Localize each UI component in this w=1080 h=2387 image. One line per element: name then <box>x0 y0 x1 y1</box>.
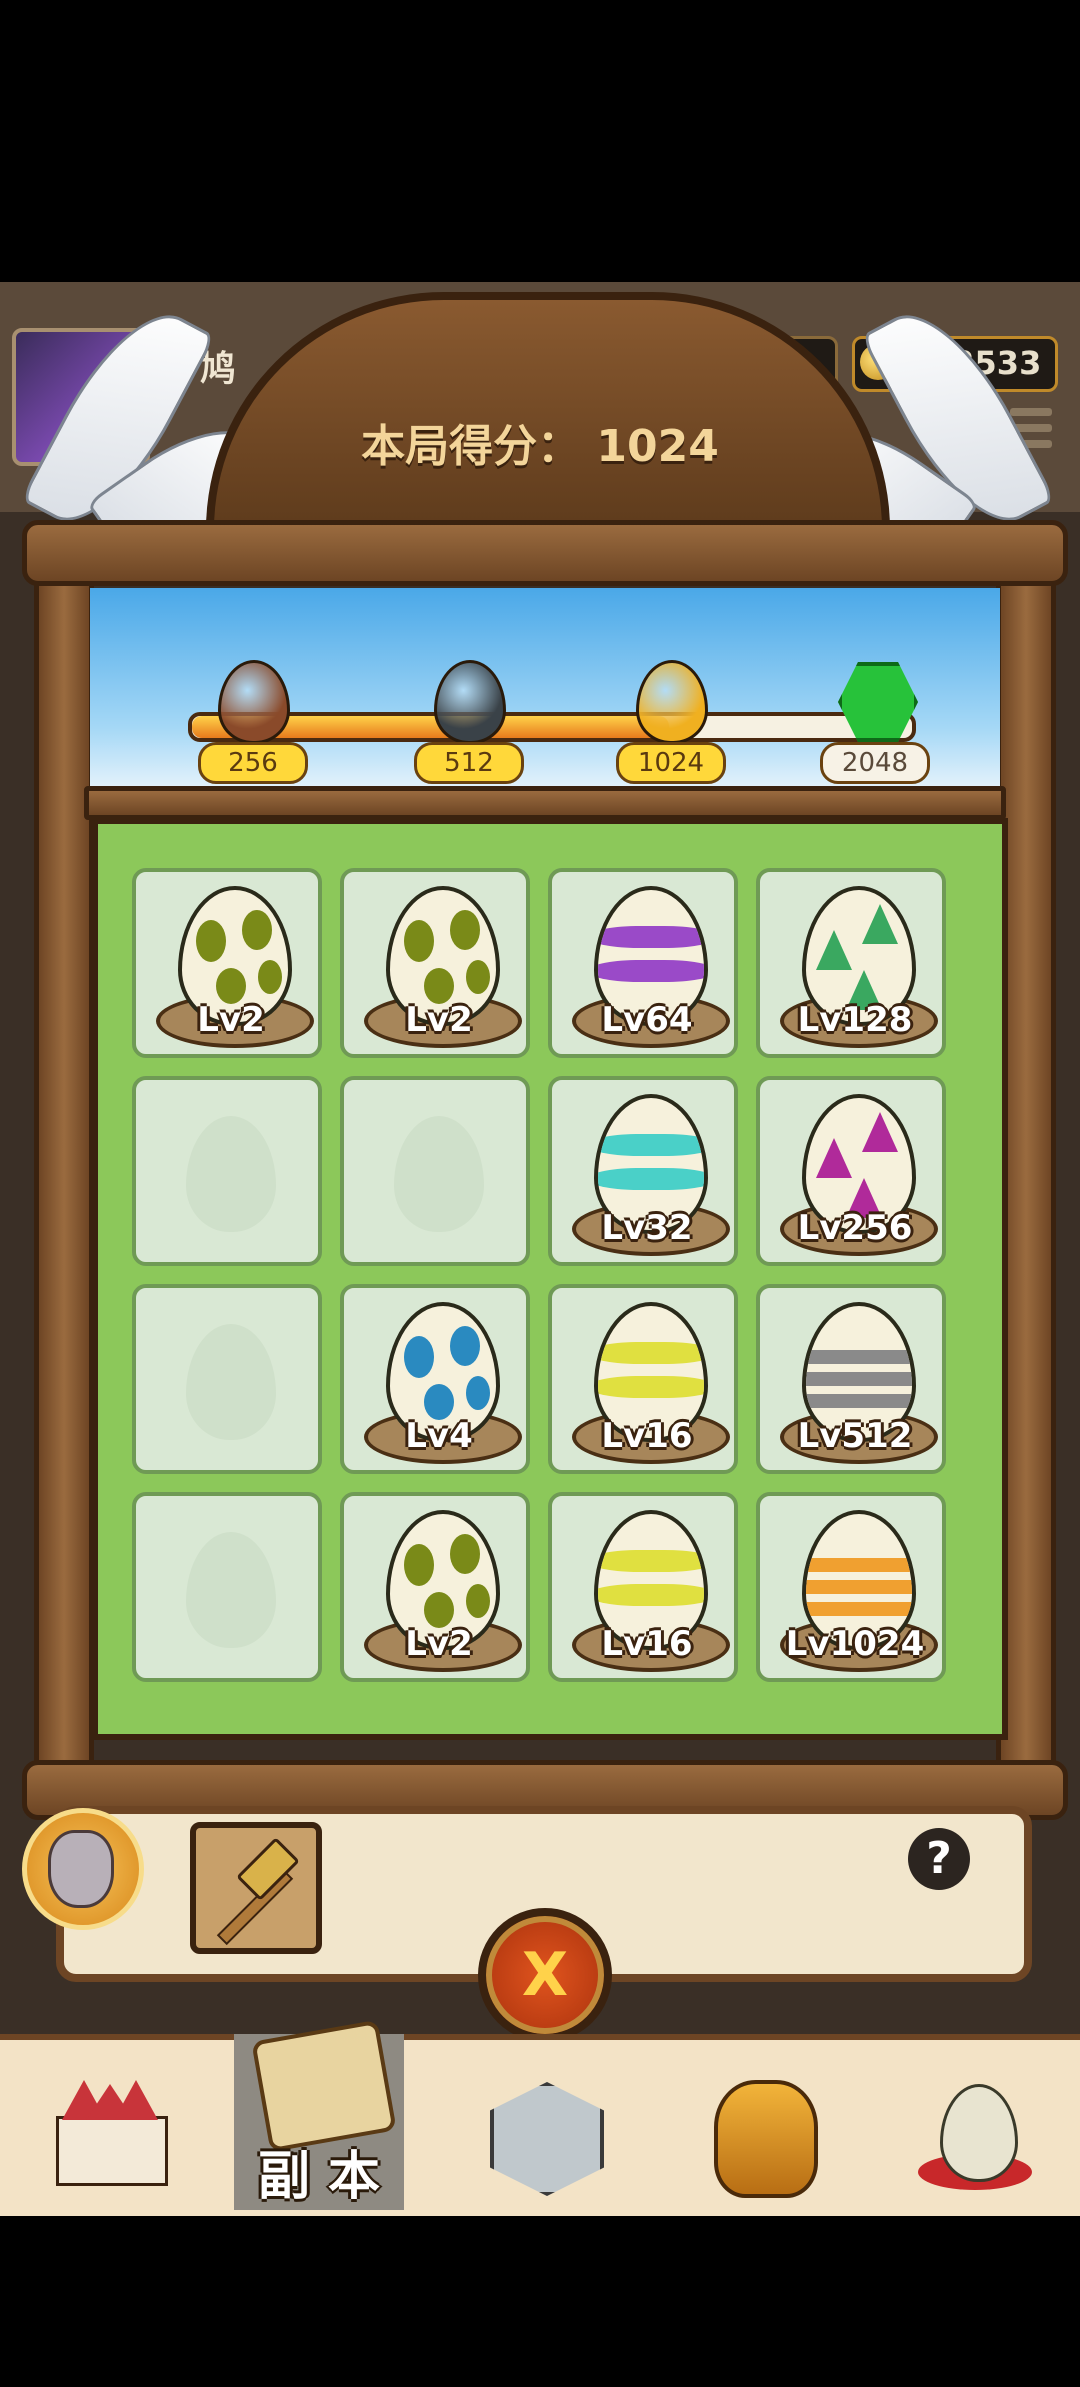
nav-battle[interactable] <box>460 2034 630 2210</box>
board-top-beam <box>84 786 1006 820</box>
empty-slot-icon <box>186 1116 276 1232</box>
crossed-swords-icon <box>490 2082 604 2196</box>
egg-level-label: Lv2 <box>405 1000 473 1040</box>
egg-spot <box>258 960 282 994</box>
golden-helmet-icon <box>714 2080 818 2198</box>
empty-slot-icon <box>186 1324 276 1440</box>
egg-level-label: Lv64 <box>601 1000 693 1040</box>
egg-triangle <box>862 904 898 944</box>
egg-spot <box>404 920 434 962</box>
board-cell[interactable]: Lv2 <box>132 868 322 1058</box>
left-frame-post <box>34 560 94 1810</box>
egg-wave <box>598 960 704 982</box>
egg-stripe <box>806 1394 912 1408</box>
egg-icon <box>940 2084 1018 2182</box>
egg-spot <box>404 1544 434 1586</box>
egg-wave <box>598 926 704 948</box>
map-scroll-icon <box>251 2019 397 2153</box>
board-cell[interactable] <box>132 1492 322 1682</box>
close-button[interactable]: X <box>478 1908 612 2042</box>
egg-level-label: Lv2 <box>405 1624 473 1664</box>
egg-stripe <box>806 1350 912 1364</box>
egg-stripe <box>806 1602 912 1616</box>
castle-icon <box>56 2080 168 2186</box>
board-cell[interactable]: Lv4 <box>340 1284 530 1474</box>
score-label: 本局得分： <box>361 421 582 472</box>
board-cell[interactable] <box>340 1076 530 1266</box>
egg-spot <box>424 1592 454 1628</box>
egg-wave <box>598 1584 704 1606</box>
egg-wave <box>598 1376 704 1398</box>
egg-level-label: Lv128 <box>797 1000 913 1040</box>
egg-spot <box>466 1584 490 1618</box>
help-button[interactable]: ? <box>908 1828 970 1890</box>
egg-spot <box>424 968 454 1004</box>
egg-spot <box>216 968 246 1004</box>
board-cell[interactable]: Lv16 <box>548 1492 738 1682</box>
egg-level-label: Lv32 <box>601 1208 693 1248</box>
milestone-512: 512 <box>414 742 524 784</box>
egg-wave <box>598 1342 704 1364</box>
milestone-256: 256 <box>198 742 308 784</box>
board-cell[interactable]: Lv32 <box>548 1076 738 1266</box>
egg-spot <box>450 1534 480 1574</box>
nav-castle[interactable] <box>24 2034 194 2210</box>
egg-level-label: Lv4 <box>405 1416 473 1456</box>
board-cell[interactable]: Lv64 <box>548 868 738 1058</box>
score-value: 1024 <box>596 421 719 472</box>
egg-spot <box>242 910 272 950</box>
board-cell[interactable]: Lv512 <box>756 1284 946 1474</box>
egg-spot <box>404 1336 434 1378</box>
board-cell[interactable] <box>132 1284 322 1474</box>
nav-egg[interactable] <box>892 2034 1062 2210</box>
egg-level-label: Lv1024 <box>785 1624 925 1664</box>
egg-spot <box>466 960 490 994</box>
nav-hero[interactable] <box>674 2034 844 2210</box>
egg-level-label: Lv512 <box>797 1416 913 1456</box>
board-cell[interactable] <box>132 1076 322 1266</box>
board-cell[interactable]: Lv1024 <box>756 1492 946 1682</box>
egg-wave <box>598 1168 704 1190</box>
empty-slot-icon <box>394 1116 484 1232</box>
egg-level-label: Lv16 <box>601 1416 693 1456</box>
egg-level-label: Lv16 <box>601 1624 693 1664</box>
egg-level-label: Lv2 <box>197 1000 265 1040</box>
egg-triangle <box>816 1138 852 1178</box>
board-cell[interactable]: Lv128 <box>756 868 946 1058</box>
top-frame-beam <box>22 520 1068 586</box>
egg-triangle <box>816 930 852 970</box>
egg-spot <box>424 1384 454 1420</box>
nav-dungeon-label: 副 本 <box>257 2147 381 2207</box>
milestone-2048: 2048 <box>820 742 930 784</box>
egg-stripe <box>806 1558 912 1572</box>
egg-triangle <box>862 1112 898 1152</box>
rabbit-pet-icon <box>48 1830 114 1908</box>
board-cell[interactable]: Lv2 <box>340 1492 530 1682</box>
board-cell[interactable]: Lv2 <box>340 868 530 1058</box>
empty-slot-icon <box>186 1532 276 1648</box>
nav-dungeon[interactable]: 副 本 <box>234 2019 404 2210</box>
egg-wave <box>598 1134 704 1156</box>
egg-stripe <box>806 1372 912 1386</box>
board-cell[interactable]: Lv256 <box>756 1076 946 1266</box>
egg-stripe <box>806 1580 912 1594</box>
egg-spot <box>450 910 480 950</box>
board-cell[interactable]: Lv16 <box>548 1284 738 1474</box>
score-display: 本局得分： 1024 <box>340 410 740 474</box>
milestone-1024: 1024 <box>616 742 726 784</box>
egg-spot <box>196 920 226 962</box>
egg-wave <box>598 1550 704 1572</box>
egg-spot <box>466 1376 490 1410</box>
egg-spot <box>450 1326 480 1366</box>
egg-level-label: Lv256 <box>797 1208 913 1248</box>
